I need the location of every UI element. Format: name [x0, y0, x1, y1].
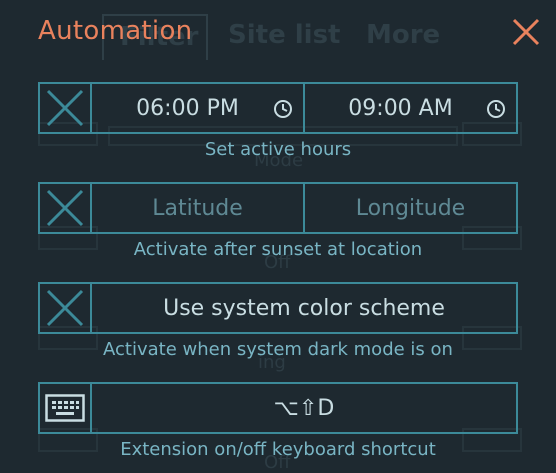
- close-icon: [512, 18, 540, 46]
- system-scheme-checkbox[interactable]: [40, 284, 92, 332]
- active-hours-row: 06:00 PM 09:00 AM: [38, 82, 518, 134]
- location-checkbox[interactable]: [40, 184, 92, 232]
- keyboard-icon: [45, 394, 85, 422]
- clock-icon: [487, 100, 505, 118]
- x-mark-icon: [46, 89, 84, 127]
- start-time-input[interactable]: 06:00 PM: [92, 84, 305, 132]
- start-time-value: 06:00 PM: [136, 95, 239, 121]
- x-mark-icon: [46, 289, 84, 327]
- latitude-input[interactable]: Latitude: [92, 184, 305, 232]
- active-hours-checkbox[interactable]: [40, 84, 92, 132]
- panel-title: Automation: [38, 16, 193, 46]
- end-time-value: 09:00 AM: [348, 95, 453, 121]
- shortcut-input[interactable]: ⌥⇧D: [92, 384, 516, 432]
- active-hours-caption: Set active hours: [204, 139, 352, 160]
- automation-panel: Automation 06:00 PM 09:00 AM Set active …: [0, 0, 556, 470]
- x-mark-icon: [46, 189, 84, 227]
- shortcut-row: ⌥⇧D: [38, 382, 518, 434]
- location-row: Latitude Longitude: [38, 182, 518, 234]
- clock-icon: [274, 100, 292, 118]
- location-caption: Activate after sunset at location: [133, 239, 423, 260]
- shortcut-caption: Extension on/off keyboard shortcut: [120, 439, 436, 460]
- end-time-input[interactable]: 09:00 AM: [305, 84, 516, 132]
- longitude-input[interactable]: Longitude: [305, 184, 516, 232]
- close-button[interactable]: [510, 16, 542, 48]
- system-scheme-button[interactable]: Use system color scheme: [92, 284, 516, 332]
- system-scheme-row: Use system color scheme: [38, 282, 518, 334]
- keyboard-icon-box: [40, 384, 92, 432]
- system-scheme-caption: Activate when system dark mode is on: [103, 339, 453, 360]
